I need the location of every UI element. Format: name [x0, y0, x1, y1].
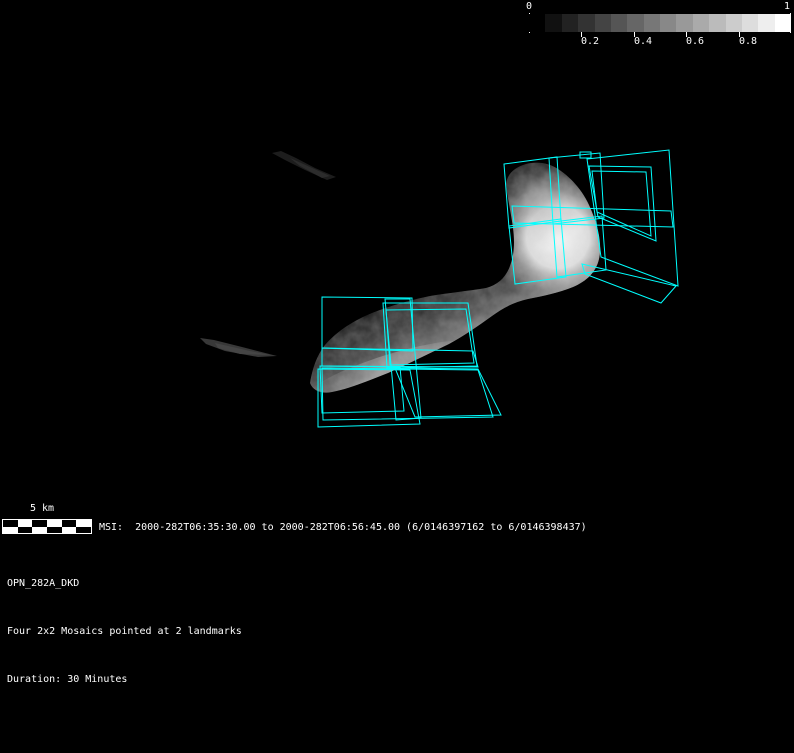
sequence-description: Four 2x2 Mosaics pointed at 2 landmarks	[7, 626, 242, 637]
colorbar-tick-label: 0.4	[634, 36, 653, 47]
mosaic-footprint-upper_landmark	[581, 263, 677, 304]
scale-bar-label: 5 km	[30, 503, 55, 514]
colorbar-step	[610, 14, 628, 32]
colorbar-step	[660, 14, 677, 32]
scale-bar-cell	[17, 526, 33, 533]
colorbar-step	[578, 14, 595, 32]
sequence-duration: Duration: 30 Minutes	[7, 674, 128, 685]
colorbar-step	[545, 14, 562, 32]
colorbar-step	[529, 14, 546, 32]
scale-bar-cell	[47, 526, 62, 533]
scale-bar-cell	[3, 526, 18, 533]
colorbar-step	[741, 14, 759, 32]
colorbar-step	[627, 14, 644, 32]
colorbar-step	[561, 14, 579, 32]
colorbar-step	[594, 14, 611, 32]
colorbar-tick-label: 0.2	[581, 36, 600, 47]
colorbar-max-label: 1	[784, 1, 791, 12]
msi-visualization-canvas: 0 1 0.2 0.4 0.6 0.8 5 km MSI: 2000-282T06:3…	[0, 0, 794, 753]
asteroid-shading	[310, 162, 601, 393]
scale-bar-cell	[61, 526, 77, 533]
colorbar-tick-label: 0.8	[739, 36, 758, 47]
scale-bar-checkered	[2, 519, 92, 534]
status-line: MSI: 2000-282T06:35:30.00 to 2000-282T06…	[99, 522, 587, 533]
colorbar-step	[725, 14, 742, 32]
colorbar-step	[709, 14, 726, 32]
colorbar-step	[758, 14, 775, 32]
colorbar-step	[676, 14, 693, 32]
colorbar-tick-label: 0.6	[686, 36, 705, 47]
scale-bar-cell	[32, 526, 47, 533]
colorbar-step	[774, 14, 791, 32]
scale-bar-cell	[76, 526, 91, 533]
colorbar-step	[692, 14, 710, 32]
colorbar-gradient	[529, 14, 791, 32]
shadow-sliver-lower	[200, 338, 277, 357]
shadow-sliver-upper	[272, 151, 336, 180]
colorbar-step	[643, 14, 660, 32]
sequence-id: OPN_282A_DKD	[7, 578, 80, 589]
colorbar-min-label: 0	[526, 1, 533, 12]
sequence-info: OPN_282A_DKD Four 2x2 Mosaics pointed at…	[7, 544, 242, 720]
